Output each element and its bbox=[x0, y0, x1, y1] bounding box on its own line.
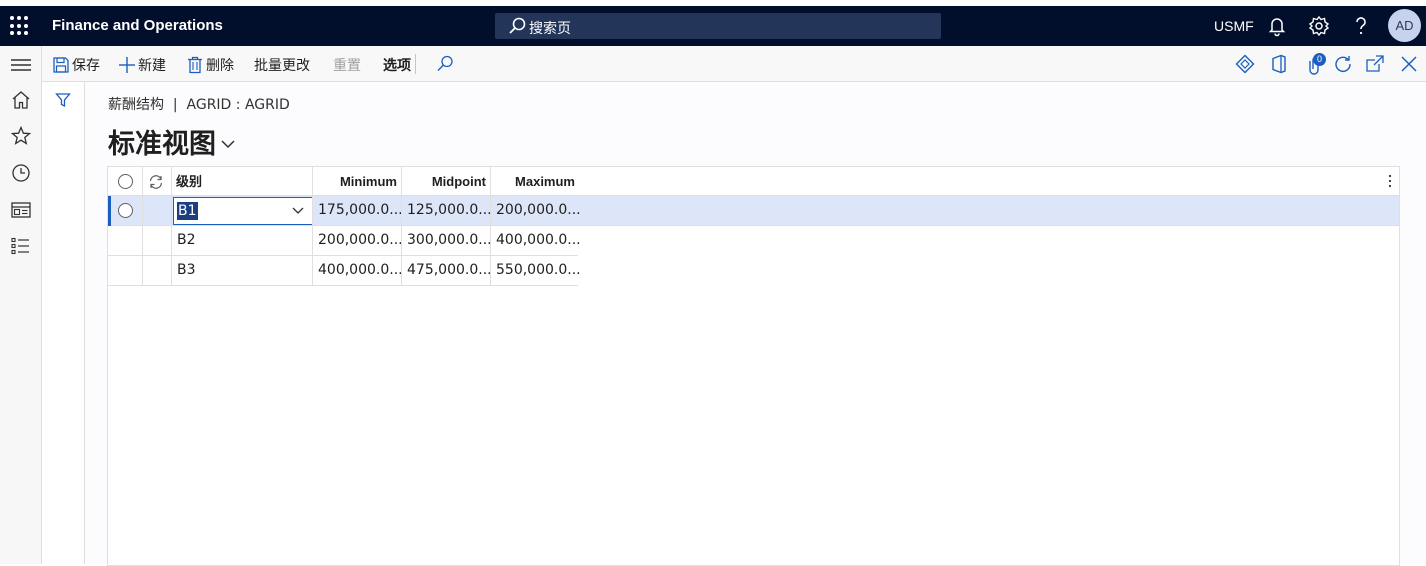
maximum-cell[interactable]: 550,000.0... bbox=[496, 256, 580, 285]
minimum-cell[interactable]: 200,000.0... bbox=[318, 226, 402, 255]
left-navigation-pane bbox=[0, 46, 42, 564]
column-header-midpoint[interactable]: Midpoint bbox=[402, 167, 486, 196]
open-new-window-icon[interactable] bbox=[1365, 54, 1385, 74]
options-tab[interactable]: 选项 bbox=[383, 55, 411, 75]
chevron-down-icon bbox=[292, 207, 304, 214]
table-row[interactable]: B1 175,000.0... 125,000.0... 200,000.0..… bbox=[108, 196, 1399, 226]
save-label: 保存 bbox=[72, 58, 100, 74]
column-divider bbox=[171, 167, 172, 285]
help-icon[interactable] bbox=[1350, 15, 1372, 37]
reset-button[interactable]: 重置 bbox=[333, 55, 361, 75]
attachments-count-badge: 0 bbox=[1313, 53, 1326, 66]
column-header-minimum[interactable]: Minimum bbox=[313, 167, 397, 196]
chevron-down-icon bbox=[221, 139, 235, 148]
salary-grid: 级别 Minimum Midpoint Maximum B1 175,000.0… bbox=[107, 166, 1400, 566]
reset-label: 重置 bbox=[333, 58, 361, 74]
refresh-icon[interactable] bbox=[1333, 54, 1353, 74]
delete-label: 删除 bbox=[206, 58, 234, 74]
bulk-edit-button[interactable]: 批量更改 bbox=[254, 55, 310, 75]
action-pane: 保存 新建 删除 批量更改 重置 选项 0 bbox=[42, 46, 1426, 82]
avatar[interactable]: AD bbox=[1388, 9, 1421, 42]
filter-pane-strip bbox=[42, 82, 85, 564]
main-content: 薪酬结构 | AGRID : AGRID 标准视图 级别 Minimum Mid… bbox=[85, 82, 1426, 566]
column-header-maximum[interactable]: Maximum bbox=[491, 167, 575, 196]
column-divider bbox=[490, 167, 491, 285]
view-selector[interactable]: 标准视图 bbox=[108, 122, 236, 161]
midpoint-cell[interactable]: 475,000.0... bbox=[407, 256, 491, 285]
new-button[interactable]: 新建 bbox=[118, 55, 166, 75]
row-selected-indicator bbox=[108, 196, 111, 226]
app-launcher-icon[interactable] bbox=[10, 16, 32, 36]
grid-header: 级别 Minimum Midpoint Maximum bbox=[108, 167, 1399, 196]
filter-icon[interactable] bbox=[55, 92, 71, 108]
company-selector[interactable]: USMF bbox=[1214, 18, 1254, 34]
minimum-cell[interactable]: 175,000.0... bbox=[318, 196, 402, 225]
app-title[interactable]: Finance and Operations bbox=[52, 17, 223, 34]
options-label: 选项 bbox=[383, 58, 411, 74]
close-icon[interactable] bbox=[1399, 54, 1419, 74]
sync-icon[interactable] bbox=[148, 174, 164, 190]
table-row[interactable]: B3 400,000.0... 475,000.0... 550,000.0..… bbox=[108, 256, 580, 286]
home-icon[interactable] bbox=[10, 90, 32, 110]
delete-button[interactable]: 删除 bbox=[186, 55, 234, 75]
favorites-star-icon[interactable] bbox=[10, 126, 32, 146]
action-search-icon[interactable] bbox=[435, 54, 455, 74]
search-placeholder: 搜索页 bbox=[529, 21, 571, 37]
column-divider bbox=[401, 167, 402, 285]
save-button[interactable]: 保存 bbox=[52, 55, 100, 75]
row-select-radio[interactable] bbox=[118, 203, 133, 218]
new-label: 新建 bbox=[138, 58, 166, 74]
modules-list-icon[interactable] bbox=[10, 236, 32, 256]
minimum-cell[interactable]: 400,000.0... bbox=[318, 256, 402, 285]
plus-icon bbox=[119, 57, 135, 73]
column-header-level[interactable]: 级别 bbox=[176, 167, 306, 196]
trash-icon bbox=[188, 56, 202, 74]
top-navigation-bar: Finance and Operations 搜索页 USMF AD bbox=[0, 6, 1426, 46]
level-dropdown-field[interactable]: B1 bbox=[173, 197, 313, 225]
office-icon[interactable] bbox=[1269, 54, 1289, 74]
level-cell[interactable]: B2 bbox=[177, 226, 307, 255]
recent-clock-icon[interactable] bbox=[10, 163, 32, 183]
midpoint-cell[interactable]: 125,000.0... bbox=[407, 196, 491, 225]
breadcrumb: 薪酬结构 | AGRID : AGRID bbox=[108, 97, 290, 113]
search-box[interactable]: 搜索页 bbox=[495, 13, 941, 39]
bell-icon[interactable] bbox=[1266, 15, 1288, 37]
select-all-radio[interactable] bbox=[118, 174, 133, 189]
power-apps-icon[interactable] bbox=[1235, 54, 1255, 74]
more-options-icon[interactable] bbox=[1387, 174, 1393, 188]
table-row[interactable]: B2 200,000.0... 300,000.0... 400,000.0..… bbox=[108, 226, 580, 256]
workspaces-icon[interactable] bbox=[10, 200, 32, 220]
attachments-button[interactable]: 0 bbox=[1306, 53, 1326, 75]
level-cell[interactable]: B3 bbox=[177, 256, 307, 285]
maximum-cell[interactable]: 400,000.0... bbox=[496, 226, 580, 255]
action-separator bbox=[415, 54, 416, 74]
save-icon bbox=[53, 57, 69, 73]
gear-icon[interactable] bbox=[1308, 15, 1330, 37]
midpoint-cell[interactable]: 300,000.0... bbox=[407, 226, 491, 255]
bulk-edit-label: 批量更改 bbox=[254, 58, 310, 74]
view-title: 标准视图 bbox=[108, 129, 216, 160]
hamburger-menu-icon[interactable] bbox=[10, 56, 32, 74]
column-divider bbox=[142, 167, 143, 285]
maximum-cell[interactable]: 200,000.0... bbox=[496, 196, 580, 225]
search-icon bbox=[509, 17, 526, 34]
level-value: B1 bbox=[177, 202, 198, 220]
column-divider bbox=[312, 167, 313, 285]
